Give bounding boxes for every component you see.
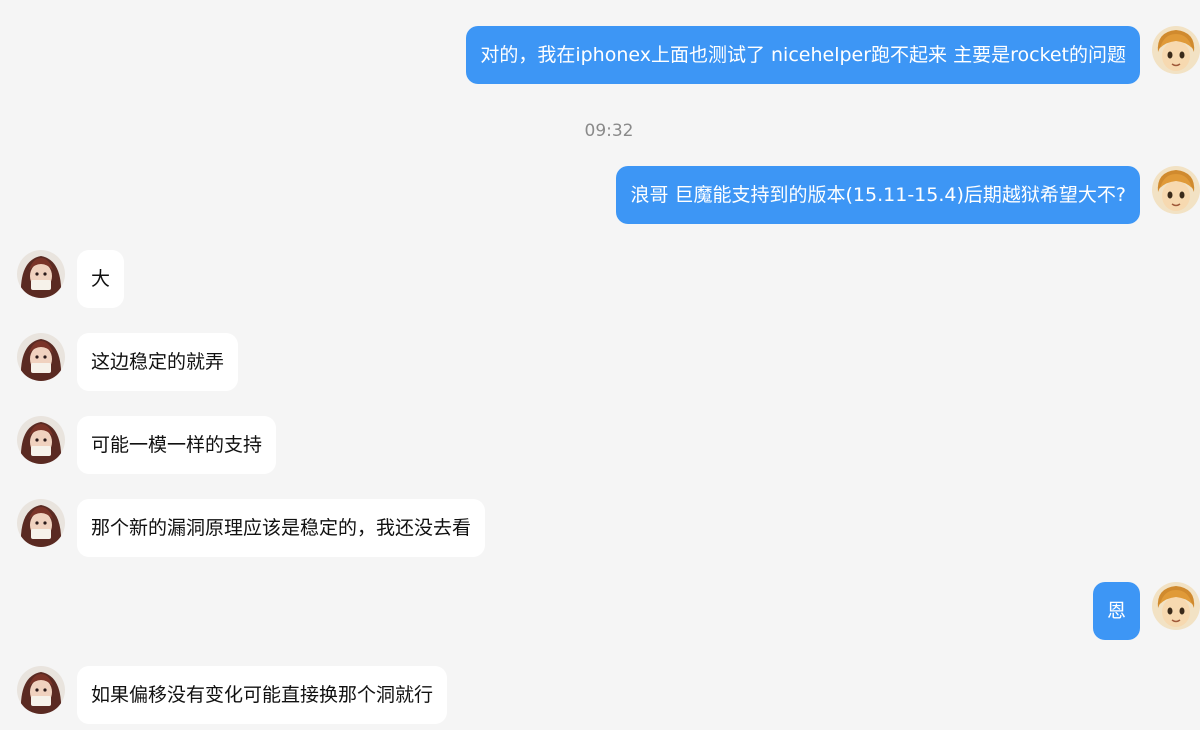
outgoing-message-bubble[interactable]: 对的，我在iphonex上面也测试了 nicehelper跑不起来 主要是roc…: [466, 26, 1140, 84]
outgoing-message-bubble[interactable]: 恩: [1092, 582, 1140, 640]
contact-avatar-icon[interactable]: [17, 250, 65, 298]
message-row: 这边稳定的就弄: [0, 333, 1200, 391]
self-avatar-icon[interactable]: [1152, 26, 1200, 74]
self-avatar-icon[interactable]: [1152, 582, 1200, 630]
self-avatar-icon[interactable]: [1152, 166, 1200, 214]
incoming-message-bubble[interactable]: 这边稳定的就弄: [77, 333, 239, 391]
message-row: 恩: [0, 582, 1200, 640]
incoming-message-bubble[interactable]: 可能一模一样的支持: [77, 416, 277, 474]
message-row: 可能一模一样的支持: [0, 416, 1200, 474]
message-row: 那个新的漏洞原理应该是稳定的，我还没去看: [0, 499, 1200, 557]
outgoing-message-bubble[interactable]: 浪哥 巨魔能支持到的版本(15.11-15.4)后期越狱希望大不?: [616, 166, 1140, 224]
incoming-message-bubble[interactable]: 如果偏移没有变化可能直接换那个洞就行: [77, 666, 448, 724]
incoming-message-bubble[interactable]: 那个新的漏洞原理应该是稳定的，我还没去看: [77, 499, 486, 557]
message-row: 浪哥 巨魔能支持到的版本(15.11-15.4)后期越狱希望大不?: [0, 166, 1200, 224]
contact-avatar-icon[interactable]: [17, 333, 65, 381]
message-row: 如果偏移没有变化可能直接换那个洞就行: [0, 666, 1200, 724]
message-timestamp: 09:32: [584, 121, 634, 141]
contact-avatar-icon[interactable]: [17, 499, 65, 547]
message-row: 大: [0, 250, 1200, 308]
incoming-message-bubble[interactable]: 大: [77, 250, 125, 308]
contact-avatar-icon[interactable]: [17, 416, 65, 464]
contact-avatar-icon[interactable]: [17, 666, 65, 714]
message-row: 对的，我在iphonex上面也测试了 nicehelper跑不起来 主要是roc…: [0, 26, 1200, 84]
